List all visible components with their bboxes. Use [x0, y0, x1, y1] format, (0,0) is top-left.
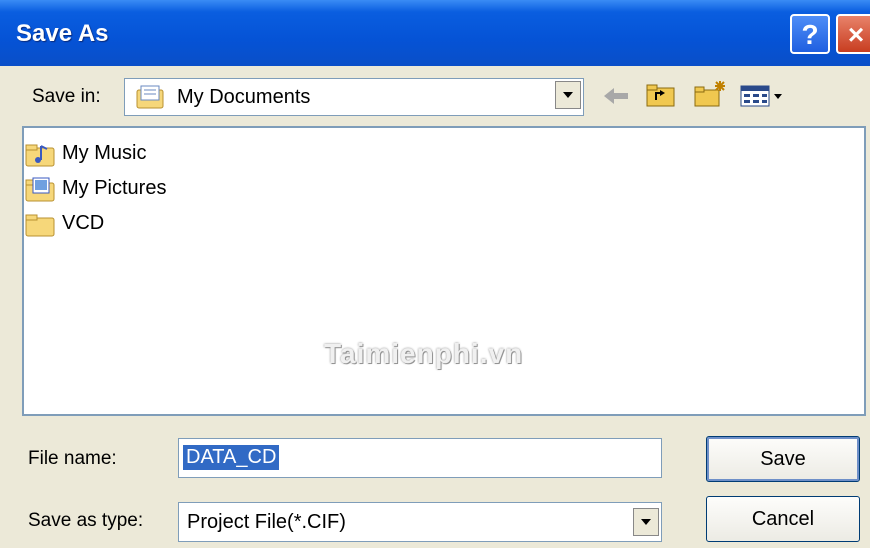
save-type-value: Project File(*.CIF)	[187, 511, 346, 533]
list-item-label: My Music	[62, 142, 147, 164]
back-arrow-icon[interactable]	[602, 84, 632, 113]
file-list[interactable]: My Music My Pictures VCD Taimienphi.vn	[22, 126, 866, 416]
view-menu-icon[interactable]	[740, 84, 792, 113]
list-item[interactable]: My Pictures	[24, 173, 224, 205]
list-item[interactable]: VCD	[24, 208, 224, 240]
file-name-label: File name:	[28, 448, 117, 469]
save-in-value: My Documents	[177, 86, 311, 108]
up-folder-icon[interactable]	[646, 82, 676, 113]
list-item[interactable]: My Music	[24, 138, 224, 170]
help-button[interactable]: ?	[790, 14, 830, 54]
list-item-label: My Pictures	[62, 177, 167, 199]
save-in-dropdown-arrow[interactable]	[555, 81, 581, 109]
window-title: Save As	[16, 20, 109, 47]
save-in-dropdown[interactable]: My Documents	[124, 78, 584, 116]
cancel-button[interactable]: Cancel	[706, 496, 860, 542]
list-item-label: VCD	[62, 212, 105, 234]
save-in-label: Save in:	[32, 86, 101, 107]
folder-icon	[24, 210, 60, 243]
file-name-field[interactable]: DATA_CD	[178, 438, 662, 478]
music-folder-icon	[24, 140, 60, 173]
save-type-dropdown-arrow[interactable]	[633, 508, 659, 536]
save-type-label: Save as type:	[28, 510, 144, 531]
watermark: Taimienphi.vn	[324, 338, 524, 369]
pictures-folder-icon	[24, 175, 60, 208]
my-documents-icon	[135, 84, 165, 115]
file-name-value: DATA_CD	[183, 445, 280, 470]
save-button[interactable]: Save	[706, 436, 860, 482]
close-button[interactable]: ×	[836, 14, 870, 54]
title-bar: Save As ? ×	[0, 0, 870, 66]
new-folder-icon[interactable]	[694, 80, 726, 113]
save-type-dropdown[interactable]: Project File(*.CIF)	[178, 502, 662, 542]
